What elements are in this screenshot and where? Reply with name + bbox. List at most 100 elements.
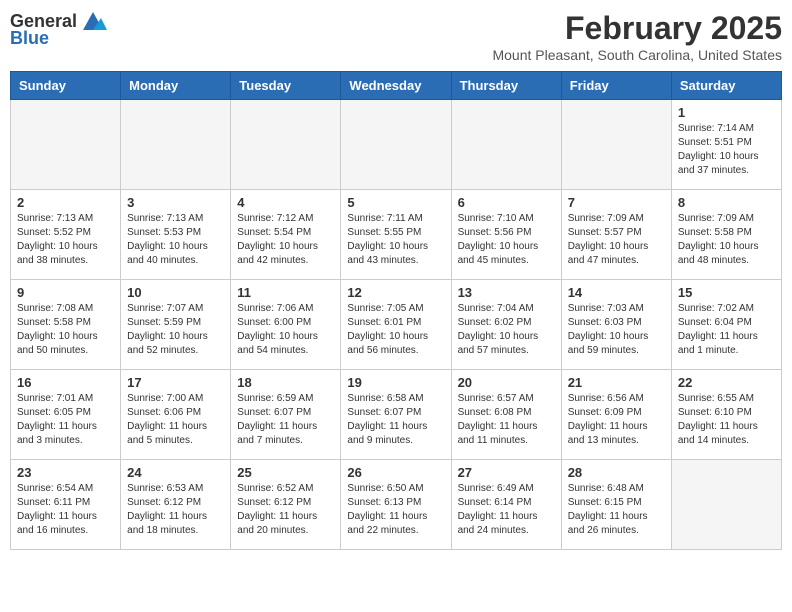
calendar-cell-2: 2 Sunrise: 7:13 AM Sunset: 5:52 PM Daylig… (11, 190, 121, 280)
day-info: Sunrise: 7:00 AM Sunset: 6:06 PM Dayligh… (127, 392, 224, 448)
calendar-table: SundayMondayTuesdayWednesdayThursdayFrid… (10, 71, 782, 550)
day-info: Sunrise: 7:14 AM Sunset: 5:51 PM Dayligh… (678, 122, 775, 178)
logo-icon (79, 10, 107, 32)
day-info: Sunrise: 6:49 AM Sunset: 6:14 PM Dayligh… (458, 482, 555, 538)
calendar-cell-26: 26 Sunrise: 6:50 AM Sunset: 6:13 PM Dayli… (341, 460, 451, 550)
day-info: Sunrise: 6:57 AM Sunset: 6:08 PM Dayligh… (458, 392, 555, 448)
weekday-header-wednesday: Wednesday (341, 72, 451, 100)
calendar-cell-empty (561, 100, 671, 190)
calendar-cell-15: 15 Sunrise: 7:02 AM Sunset: 6:04 PM Dayli… (671, 280, 781, 370)
day-number: 1 (678, 105, 775, 120)
day-number: 4 (237, 195, 334, 210)
weekday-header-monday: Monday (121, 72, 231, 100)
day-info: Sunrise: 7:01 AM Sunset: 6:05 PM Dayligh… (17, 392, 114, 448)
weekday-header-friday: Friday (561, 72, 671, 100)
day-number: 22 (678, 375, 775, 390)
day-number: 28 (568, 465, 665, 480)
week-row-4: 23 Sunrise: 6:54 AM Sunset: 6:11 PM Dayli… (11, 460, 782, 550)
calendar-cell-empty (671, 460, 781, 550)
calendar-cell-9: 9Sunrise: 7:08 AM Sunset: 5:58 PM Daylig… (11, 280, 121, 370)
calendar-cell-empty (451, 100, 561, 190)
calendar-cell-22: 22 Sunrise: 6:55 AM Sunset: 6:10 PM Dayli… (671, 370, 781, 460)
week-row-0: 1 Sunrise: 7:14 AM Sunset: 5:51 PM Daylig… (11, 100, 782, 190)
calendar-cell-empty (11, 100, 121, 190)
day-info: Sunrise: 6:50 AM Sunset: 6:13 PM Dayligh… (347, 482, 444, 538)
calendar-cell-1: 1 Sunrise: 7:14 AM Sunset: 5:51 PM Daylig… (671, 100, 781, 190)
day-number: 3 (127, 195, 224, 210)
day-info: Sunrise: 7:13 AM Sunset: 5:52 PM Dayligh… (17, 212, 114, 268)
day-number: 17 (127, 375, 224, 390)
calendar-cell-8: 8 Sunrise: 7:09 AM Sunset: 5:58 PM Daylig… (671, 190, 781, 280)
weekday-header-tuesday: Tuesday (231, 72, 341, 100)
day-number: 8 (678, 195, 775, 210)
week-row-2: 9Sunrise: 7:08 AM Sunset: 5:58 PM Daylig… (11, 280, 782, 370)
day-number: 15 (678, 285, 775, 300)
day-number: 16 (17, 375, 114, 390)
day-info: Sunrise: 6:59 AM Sunset: 6:07 PM Dayligh… (237, 392, 334, 448)
day-info: Sunrise: 7:07 AM Sunset: 5:59 PM Dayligh… (127, 302, 224, 358)
day-info: Sunrise: 7:06 AM Sunset: 6:00 PM Dayligh… (237, 302, 334, 358)
calendar-cell-23: 23 Sunrise: 6:54 AM Sunset: 6:11 PM Dayli… (11, 460, 121, 550)
weekday-header-thursday: Thursday (451, 72, 561, 100)
calendar-cell-11: 11 Sunrise: 7:06 AM Sunset: 6:00 PM Dayli… (231, 280, 341, 370)
day-number: 12 (347, 285, 444, 300)
day-info: Sunrise: 6:56 AM Sunset: 6:09 PM Dayligh… (568, 392, 665, 448)
day-number: 11 (237, 285, 334, 300)
day-info: Sunrise: 6:55 AM Sunset: 6:10 PM Dayligh… (678, 392, 775, 448)
calendar-cell-12: 12Sunrise: 7:05 AM Sunset: 6:01 PM Dayli… (341, 280, 451, 370)
day-number: 5 (347, 195, 444, 210)
calendar-cell-17: 17 Sunrise: 7:00 AM Sunset: 6:06 PM Dayli… (121, 370, 231, 460)
calendar-cell-6: 6 Sunrise: 7:10 AM Sunset: 5:56 PM Daylig… (451, 190, 561, 280)
day-info: Sunrise: 6:58 AM Sunset: 6:07 PM Dayligh… (347, 392, 444, 448)
day-number: 13 (458, 285, 555, 300)
calendar-cell-7: 7 Sunrise: 7:09 AM Sunset: 5:57 PM Daylig… (561, 190, 671, 280)
day-info: Sunrise: 6:52 AM Sunset: 6:12 PM Dayligh… (237, 482, 334, 538)
page-header: General Blue February 2025 Mount Pleasan… (10, 10, 782, 63)
calendar-cell-19: 19 Sunrise: 6:58 AM Sunset: 6:07 PM Dayli… (341, 370, 451, 460)
day-info: Sunrise: 6:54 AM Sunset: 6:11 PM Dayligh… (17, 482, 114, 538)
day-info: Sunrise: 7:09 AM Sunset: 5:58 PM Dayligh… (678, 212, 775, 268)
day-number: 21 (568, 375, 665, 390)
day-number: 7 (568, 195, 665, 210)
day-info: Sunrise: 7:13 AM Sunset: 5:53 PM Dayligh… (127, 212, 224, 268)
day-number: 19 (347, 375, 444, 390)
day-number: 25 (237, 465, 334, 480)
day-info: Sunrise: 7:11 AM Sunset: 5:55 PM Dayligh… (347, 212, 444, 268)
day-number: 14 (568, 285, 665, 300)
title-area: February 2025 Mount Pleasant, South Caro… (492, 10, 782, 63)
day-info: Sunrise: 7:04 AM Sunset: 6:02 PM Dayligh… (458, 302, 555, 358)
day-info: Sunrise: 7:03 AM Sunset: 6:03 PM Dayligh… (568, 302, 665, 358)
day-info: Sunrise: 6:48 AM Sunset: 6:15 PM Dayligh… (568, 482, 665, 538)
calendar-title: February 2025 (492, 10, 782, 47)
day-info: Sunrise: 6:53 AM Sunset: 6:12 PM Dayligh… (127, 482, 224, 538)
calendar-cell-25: 25 Sunrise: 6:52 AM Sunset: 6:12 PM Dayli… (231, 460, 341, 550)
calendar-cell-18: 18Sunrise: 6:59 AM Sunset: 6:07 PM Dayli… (231, 370, 341, 460)
day-number: 10 (127, 285, 224, 300)
day-info: Sunrise: 7:12 AM Sunset: 5:54 PM Dayligh… (237, 212, 334, 268)
calendar-cell-21: 21 Sunrise: 6:56 AM Sunset: 6:09 PM Dayli… (561, 370, 671, 460)
day-number: 26 (347, 465, 444, 480)
weekday-header-sunday: Sunday (11, 72, 121, 100)
logo-blue-text: Blue (10, 28, 49, 49)
calendar-cell-empty (341, 100, 451, 190)
day-number: 20 (458, 375, 555, 390)
day-number: 6 (458, 195, 555, 210)
calendar-cell-27: 27 Sunrise: 6:49 AM Sunset: 6:14 PM Dayli… (451, 460, 561, 550)
week-row-1: 2 Sunrise: 7:13 AM Sunset: 5:52 PM Daylig… (11, 190, 782, 280)
calendar-cell-empty (231, 100, 341, 190)
calendar-cell-14: 14 Sunrise: 7:03 AM Sunset: 6:03 PM Dayli… (561, 280, 671, 370)
day-number: 2 (17, 195, 114, 210)
calendar-cell-4: 4 Sunrise: 7:12 AM Sunset: 5:54 PM Daylig… (231, 190, 341, 280)
day-number: 27 (458, 465, 555, 480)
week-row-3: 16 Sunrise: 7:01 AM Sunset: 6:05 PM Dayli… (11, 370, 782, 460)
calendar-cell-empty (121, 100, 231, 190)
calendar-subtitle: Mount Pleasant, South Carolina, United S… (492, 47, 782, 63)
day-info: Sunrise: 7:10 AM Sunset: 5:56 PM Dayligh… (458, 212, 555, 268)
day-number: 9 (17, 285, 114, 300)
calendar-cell-10: 10 Sunrise: 7:07 AM Sunset: 5:59 PM Dayli… (121, 280, 231, 370)
day-number: 23 (17, 465, 114, 480)
calendar-cell-5: 5 Sunrise: 7:11 AM Sunset: 5:55 PM Daylig… (341, 190, 451, 280)
weekday-header-row: SundayMondayTuesdayWednesdayThursdayFrid… (11, 72, 782, 100)
day-info: Sunrise: 7:09 AM Sunset: 5:57 PM Dayligh… (568, 212, 665, 268)
day-info: Sunrise: 7:02 AM Sunset: 6:04 PM Dayligh… (678, 302, 775, 358)
